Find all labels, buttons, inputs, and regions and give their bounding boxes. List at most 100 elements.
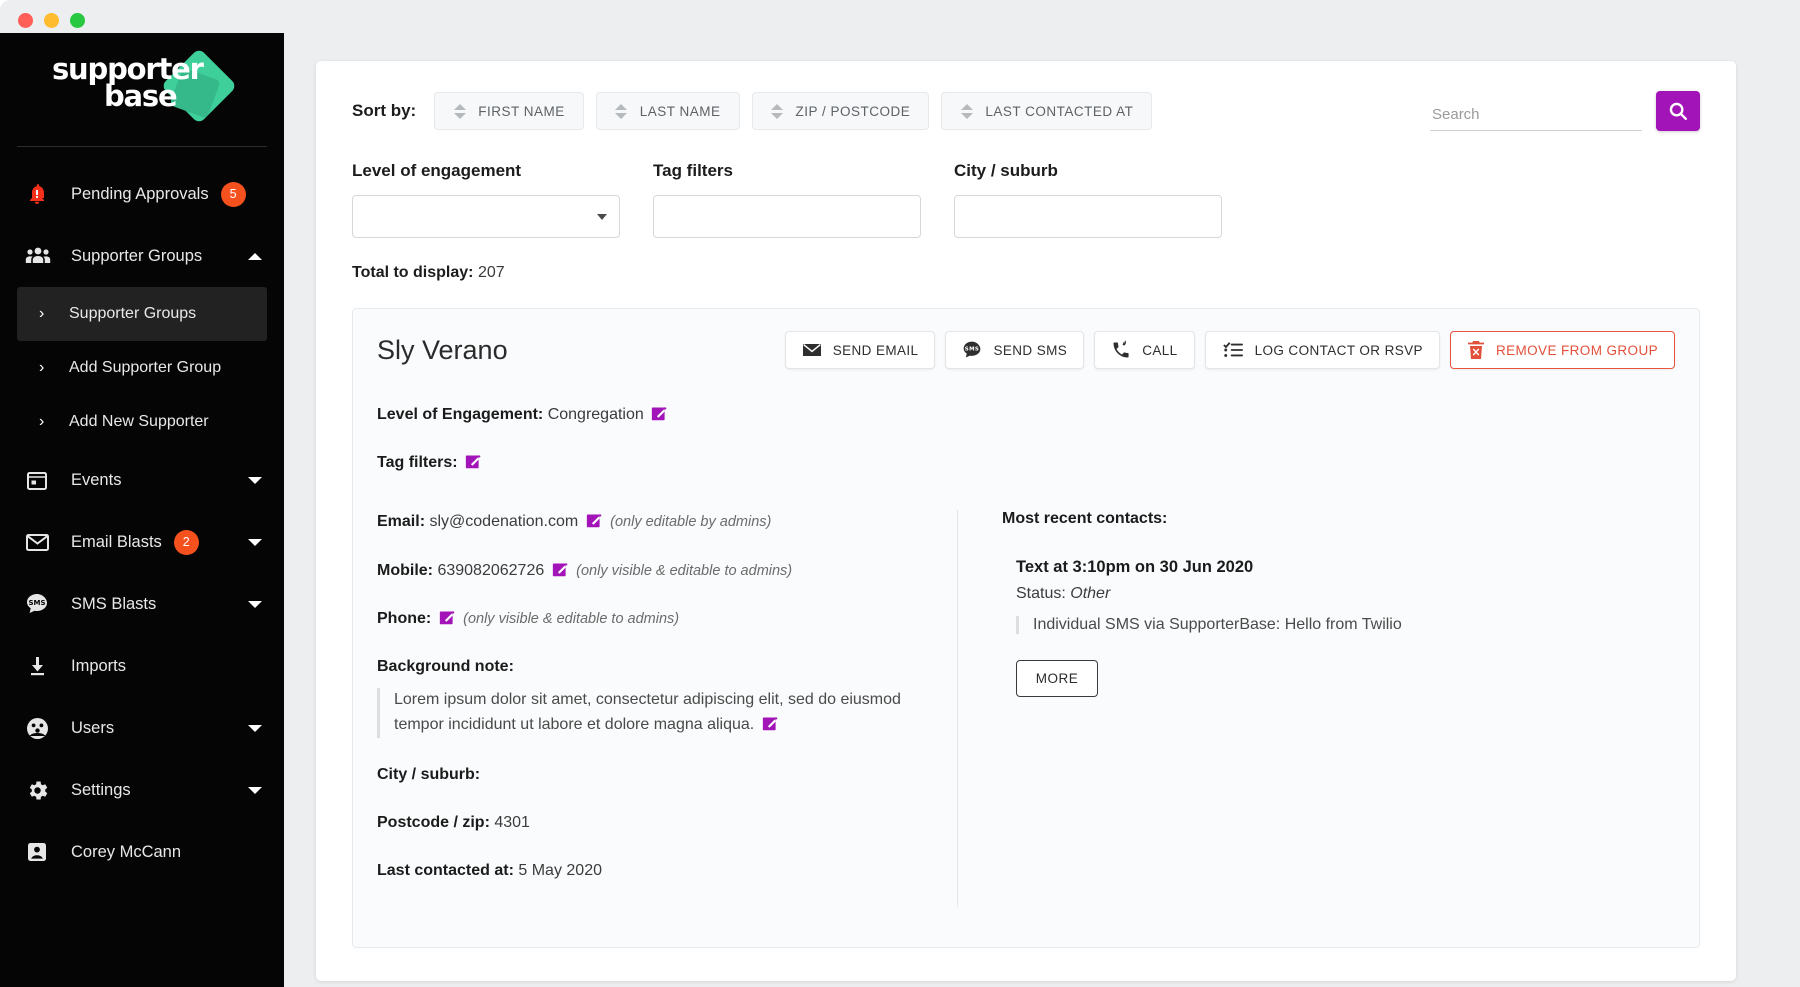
chevron-down-icon[interactable] (248, 476, 262, 484)
pending-approvals-badge: 5 (220, 181, 246, 207)
field-label: City / suburb: (377, 765, 481, 783)
app-logo[interactable]: supporter base (0, 33, 284, 138)
sort-button-label: FIRST NAME (478, 103, 565, 119)
sidebar-item-label: Events (71, 470, 122, 489)
city-suburb-input[interactable] (954, 195, 1222, 238)
contact-status: Status: Other (1016, 585, 1517, 603)
level-of-engagement-select[interactable] (352, 195, 620, 238)
recent-contacts-title: Most recent contacts: (1002, 510, 1168, 528)
app-window: supporter base Pending Approvals 5 Suppo… (0, 0, 1800, 987)
filters-row: Level of engagement Tag filters City / s… (352, 161, 1700, 238)
sidebar-nav: Pending Approvals 5 Supporter Groups › S… (0, 147, 284, 883)
sort-button-first-name[interactable]: FIRST NAME (434, 92, 584, 130)
total-value: 207 (477, 264, 505, 281)
sidebar-item-email-blasts[interactable]: Email Blasts 2 (0, 511, 284, 573)
call-button[interactable]: CALL (1094, 331, 1195, 369)
sort-button-zip-postcode[interactable]: ZIP / POSTCODE (751, 92, 930, 130)
last-contacted-field: Last contacted at: 5 May 2020 (377, 859, 937, 882)
sidebar-item-label: Imports (71, 656, 127, 675)
sort-toolbar: Sort by: FIRST NAME LAST NAME ZIP / POST… (352, 91, 1700, 131)
sidebar-item-label: Users (71, 718, 115, 737)
field-label: Background note: (377, 657, 514, 675)
edit-icon[interactable] (586, 512, 603, 529)
chevron-down-icon[interactable] (248, 600, 262, 608)
chevron-down-icon[interactable] (248, 786, 262, 794)
edit-icon[interactable] (552, 561, 569, 578)
sms-bubble-icon: SMS (962, 340, 982, 360)
action-label: SEND SMS (993, 342, 1068, 358)
sort-button-label: ZIP / POSTCODE (795, 103, 911, 119)
people-group-icon (25, 243, 59, 269)
gear-icon (25, 777, 59, 803)
filter-label: Tag filters (653, 161, 733, 180)
field-label: Mobile: (377, 561, 433, 579)
sidebar-item-supporter-groups[interactable]: Supporter Groups (0, 225, 284, 287)
log-contact-or-rsvp-button[interactable]: LOG CONTACT OR RSVP (1204, 331, 1440, 369)
sort-arrows-icon (453, 102, 466, 120)
sidebar-subitem-add-new-supporter[interactable]: › Add New Supporter (17, 395, 267, 449)
chevron-down-icon[interactable] (248, 724, 262, 732)
sidebar-item-label: Corey McCann (71, 842, 182, 861)
send-sms-button[interactable]: SMS SEND SMS (945, 331, 1085, 369)
search-input[interactable] (1430, 102, 1642, 131)
sidebar-subitem-label: Add New Supporter (69, 413, 209, 430)
download-icon (25, 653, 59, 679)
background-note-text: Lorem ipsum dolor sit amet, consectetur … (377, 688, 937, 738)
filter-label: Level of engagement (352, 161, 522, 180)
field-label: Tag filters: (377, 454, 458, 472)
sort-button-label: LAST CONTACTED AT (985, 103, 1134, 119)
edit-icon[interactable] (465, 453, 482, 470)
sidebar-item-settings[interactable]: Settings (0, 759, 284, 821)
sidebar-subitem-supporter-groups[interactable]: › Supporter Groups (17, 287, 267, 341)
sort-arrows-icon (771, 102, 784, 120)
sidebar-item-pending-approvals[interactable]: Pending Approvals 5 (0, 163, 284, 225)
maximize-button[interactable] (70, 12, 85, 28)
trash-x-icon (1467, 340, 1485, 360)
sort-button-last-name[interactable]: LAST NAME (595, 92, 740, 130)
sidebar-item-imports[interactable]: Imports (0, 635, 284, 697)
chevron-down-icon (597, 213, 607, 220)
send-email-button[interactable]: SEND EMAIL (784, 331, 936, 369)
search-button[interactable] (1656, 91, 1700, 131)
filter-tag-filters: Tag filters (653, 161, 921, 238)
edit-icon[interactable] (762, 715, 779, 732)
envelope-icon (802, 342, 822, 358)
users-circle-icon (25, 715, 59, 741)
field-note: (only visible & editable to admins) (576, 562, 793, 579)
background-note-value: Lorem ipsum dolor sit amet, consectetur … (394, 691, 901, 733)
sidebar-item-account[interactable]: Corey McCann (0, 821, 284, 883)
page-title: Sly Verano (377, 334, 508, 365)
field-value: 4301 (494, 813, 530, 831)
field-value: sly@codenation.com (429, 513, 579, 531)
contact-status-value: Other (1070, 585, 1111, 603)
more-button[interactable]: MORE (1016, 660, 1098, 698)
field-label: Phone: (377, 609, 432, 627)
sort-button-last-contacted-at[interactable]: LAST CONTACTED AT (941, 92, 1153, 130)
svg-text:SMS: SMS (28, 599, 45, 607)
edit-icon[interactable] (651, 405, 668, 422)
supporter-actions: SEND EMAIL SMS SEND SMS CALL LOG CONTACT… (784, 331, 1675, 369)
sort-button-label: LAST NAME (639, 103, 721, 119)
field-label: Postcode / zip: (377, 813, 490, 831)
remove-from-group-button[interactable]: REMOVE FROM GROUP (1449, 331, 1675, 369)
chevron-up-icon[interactable] (248, 252, 262, 260)
minimize-button[interactable] (44, 12, 59, 28)
svg-text:SMS: SMS (965, 347, 979, 353)
sidebar-subitem-add-supporter-group[interactable]: › Add Supporter Group (17, 341, 267, 395)
main-content: Sort by: FIRST NAME LAST NAME ZIP / POST… (284, 33, 1800, 987)
sidebar-item-label: Supporter Groups (71, 246, 203, 265)
bell-alert-icon (25, 181, 59, 207)
sidebar-item-events[interactable]: Events (0, 449, 284, 511)
sidebar-item-label: Settings (71, 780, 131, 799)
chevron-down-icon[interactable] (248, 538, 262, 546)
sidebar-subitem-label: Supporter Groups (69, 305, 197, 322)
edit-icon[interactable] (439, 609, 456, 626)
chevron-right-icon: › (39, 413, 45, 430)
field-note: (only visible & editable to admins) (463, 610, 680, 627)
tag-filters-input[interactable] (653, 195, 921, 238)
total-to-display: Total to display: 207 (352, 264, 1700, 282)
sidebar-item-sms-blasts[interactable]: SMS SMS Blasts (0, 573, 284, 635)
filter-city-suburb: City / suburb (954, 161, 1222, 238)
sidebar-item-users[interactable]: Users (0, 697, 284, 759)
close-button[interactable] (18, 12, 33, 28)
